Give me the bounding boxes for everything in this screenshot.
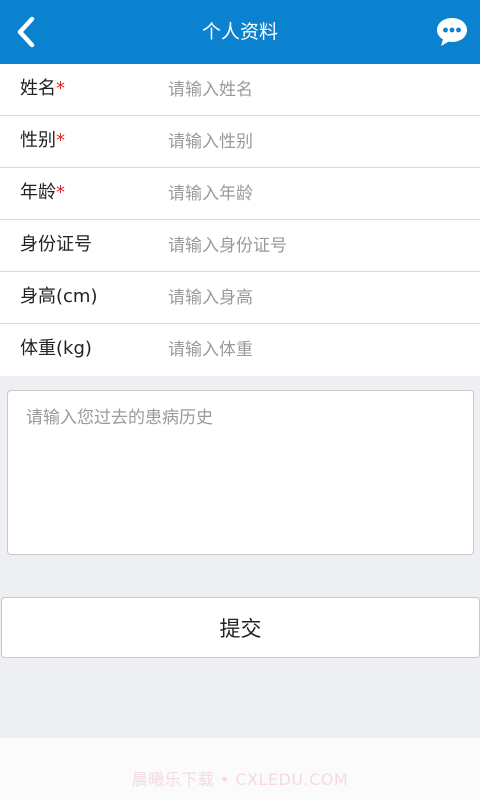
- profile-form: 姓名* 性别* 年龄* 身份证号 身高(cm) 体重(kg): [0, 64, 480, 376]
- field-label-text: 姓名: [20, 78, 56, 99]
- field-label: 姓名*: [20, 74, 65, 100]
- watermark: 晨曦乐下载 • CXLEDU.COM: [131, 770, 349, 789]
- chat-button[interactable]: [434, 14, 470, 50]
- id-number-input[interactable]: [168, 232, 468, 260]
- form-row-name: 姓名*: [0, 64, 480, 116]
- field-label: 年龄*: [20, 178, 65, 204]
- required-mark: *: [56, 78, 65, 99]
- height-input[interactable]: [168, 284, 468, 312]
- field-label: 性别*: [20, 126, 65, 152]
- submit-button[interactable]: 提交: [1, 597, 480, 658]
- form-row-gender: 性别*: [0, 116, 480, 168]
- field-label: 身份证号: [20, 234, 92, 255]
- chat-bubble-icon: [437, 18, 467, 46]
- form-row-weight: 体重(kg): [0, 324, 480, 376]
- field-label-text: 年龄: [20, 182, 56, 203]
- page-title: 个人资料: [201, 21, 278, 43]
- field-label: 体重(kg): [20, 338, 92, 359]
- weight-input[interactable]: [168, 336, 468, 364]
- required-mark: *: [56, 182, 65, 203]
- form-row-id-number: 身份证号: [0, 220, 480, 272]
- medical-history-textarea[interactable]: [7, 390, 474, 555]
- bottom-area: 晨曦乐下载 • CXLEDU.COM: [0, 738, 480, 800]
- required-mark: *: [56, 130, 65, 151]
- top-bar: 个人资料: [0, 0, 480, 64]
- age-input[interactable]: [168, 180, 468, 208]
- gender-input[interactable]: [168, 128, 468, 156]
- field-label-text: 性别: [20, 130, 56, 151]
- form-row-age: 年龄*: [0, 168, 480, 220]
- form-row-height: 身高(cm): [0, 272, 480, 324]
- field-label: 身高(cm): [20, 286, 98, 307]
- name-input[interactable]: [168, 76, 468, 104]
